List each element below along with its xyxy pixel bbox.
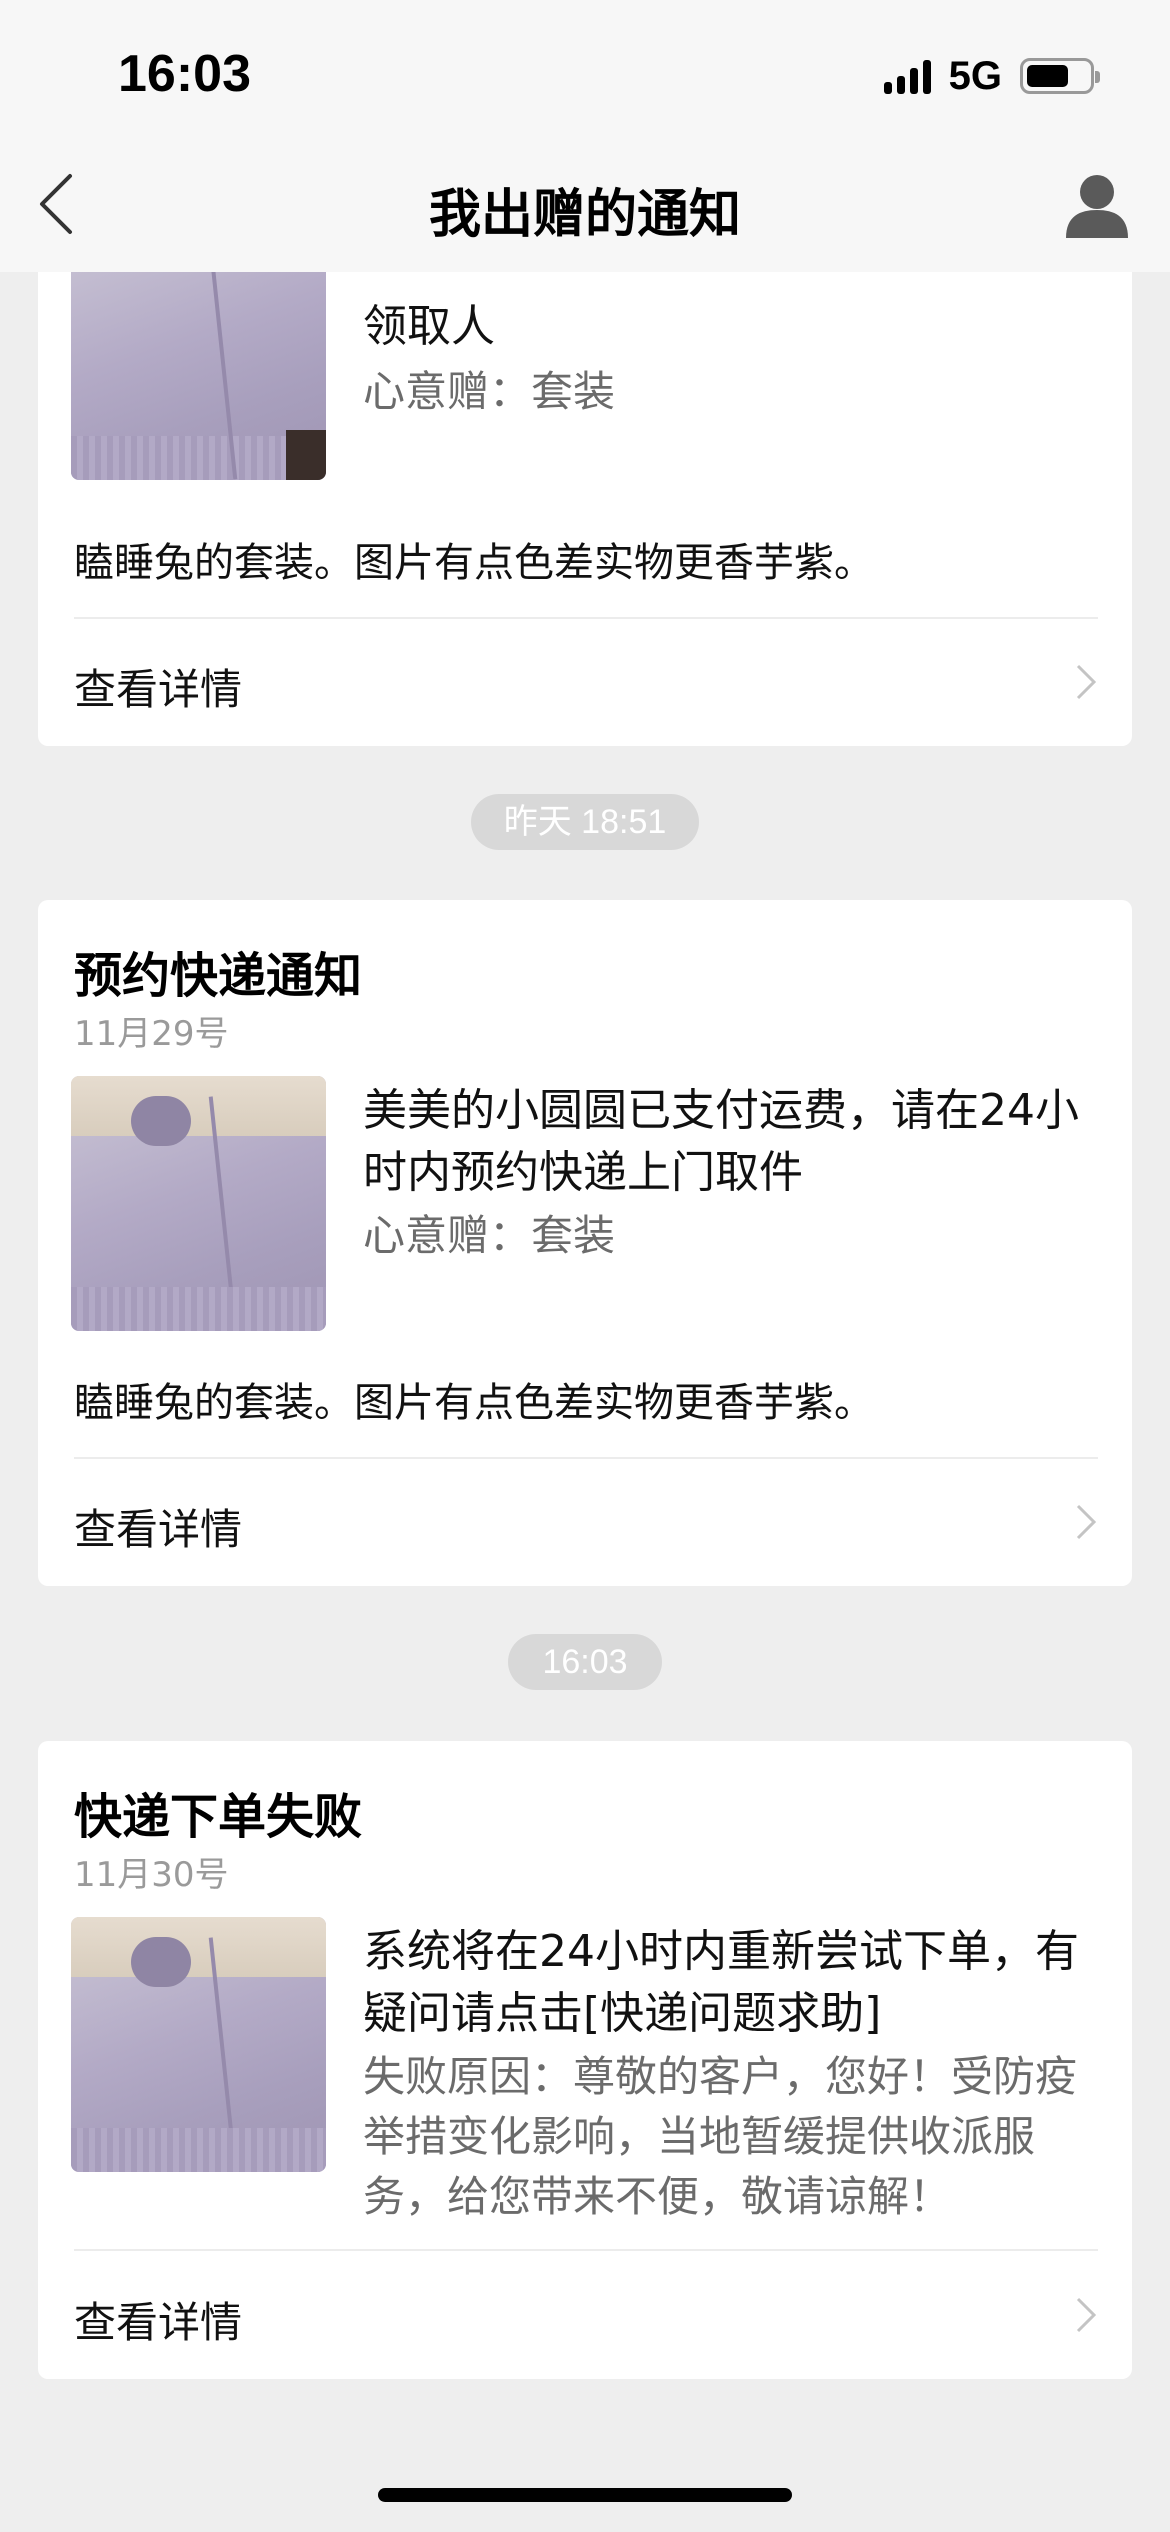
- status-indicators: 5G: [883, 52, 1100, 100]
- notification-title: 快递下单失败: [74, 1789, 363, 1845]
- chevron-right-icon: [1076, 1504, 1097, 1540]
- timestamp-pill: 昨天 18:51: [471, 794, 699, 850]
- view-details-label: 查看详情: [74, 2298, 243, 2347]
- view-details-label: 查看详情: [74, 665, 243, 714]
- item-description: 瞌睡兔的套装。图片有点色差实物更香芋紫。: [74, 1380, 874, 1426]
- view-details-label: 查看详情: [74, 1505, 243, 1554]
- item-description: 瞌睡兔的套装。图片有点色差实物更香芋紫。: [74, 540, 874, 586]
- status-time: 16:03: [118, 45, 251, 103]
- notifications-screen: 美美的小圆圆加入排队，待你选择 领取人 心意赠：套装 瞌睡兔的套装。图片有点色差…: [0, 0, 1170, 2532]
- view-details-row[interactable]: 查看详情: [38, 620, 1132, 740]
- page-title: 我出赠的通知: [428, 185, 741, 245]
- gift-type: 心意赠：套装: [363, 367, 616, 416]
- chevron-right-icon: [1076, 664, 1097, 700]
- item-thumbnail[interactable]: [71, 1917, 326, 2172]
- person-icon[interactable]: [1062, 170, 1132, 240]
- home-indicator[interactable]: [378, 2488, 792, 2502]
- notification-message: 系统将在24小时内重新尝试下单，有疑问请点击[快递问题求助]: [363, 1926, 1079, 2039]
- cellular-signal-icon: [883, 58, 931, 94]
- notification-card-2: 预约快递通知 11月29号 美美的小圆圆已支付运费，请在24小时内预约快递上门取…: [38, 900, 1132, 1586]
- notification-message: 领取人: [363, 301, 495, 352]
- failure-reason: 失败原因：尊敬的客户，您好！受防疫举措变化影响，当地暂缓提供收派服务，给您带来不…: [363, 2052, 1078, 2221]
- notification-card-3: 快递下单失败 11月30号 系统将在24小时内重新尝试下单，有疑问请点击[快递问…: [38, 1741, 1132, 2379]
- notification-card-1: 美美的小圆圆加入排队，待你选择 领取人 心意赠：套装 瞌睡兔的套装。图片有点色差…: [38, 190, 1132, 746]
- notification-date: 11月29号: [74, 1014, 229, 1054]
- notification-message: 美美的小圆圆已支付运费，请在24小时内预约快递上门取件: [363, 1085, 1079, 1198]
- gift-type: 心意赠：套装: [363, 1211, 616, 1260]
- divider: [74, 1457, 1098, 1459]
- timestamp-pill: 16:03: [508, 1634, 662, 1690]
- notification-date: 11月30号: [74, 1855, 229, 1895]
- divider: [74, 2249, 1098, 2251]
- view-details-row[interactable]: 查看详情: [38, 1460, 1132, 1580]
- notification-title: 预约快递通知: [74, 948, 363, 1004]
- top-bar: 16:03 5G 我出赠的通知: [0, 0, 1170, 272]
- divider: [74, 617, 1098, 619]
- item-thumbnail[interactable]: [71, 1076, 326, 1331]
- network-type: 5G: [948, 53, 1002, 98]
- chevron-right-icon: [1076, 2297, 1097, 2333]
- view-details-row[interactable]: 查看详情: [38, 2253, 1132, 2373]
- battery-icon: [1020, 58, 1100, 94]
